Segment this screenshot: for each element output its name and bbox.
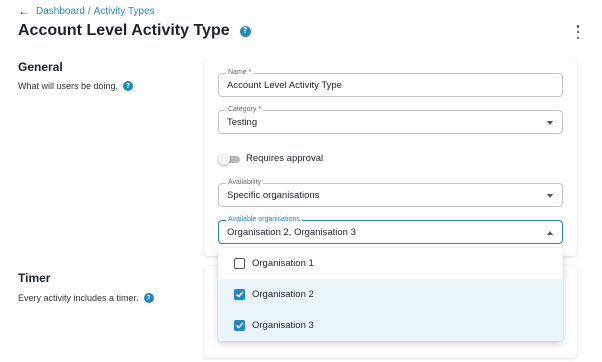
option-label: Organisation 2 <box>252 289 314 300</box>
caret-down-icon <box>547 121 553 125</box>
checkbox-unchecked-icon[interactable] <box>234 258 245 269</box>
kebab-menu-icon[interactable] <box>572 25 584 39</box>
breadcrumb-separator: / <box>87 5 91 17</box>
requires-approval-label: Requires approval <box>246 153 324 164</box>
page-header: Account Level Activity Type ? <box>18 20 584 42</box>
availability-select[interactable]: Availability Specific organisations <box>218 178 563 207</box>
timer-description-text: Every activity includes a timer. <box>18 293 139 303</box>
breadcrumb-activity-types-link[interactable]: Activity Types <box>94 6 155 17</box>
question-circle-icon[interactable]: ? <box>123 81 134 91</box>
organisations-dropdown: Organisation 1 Organisation 2 Organisati… <box>218 248 563 341</box>
timer-description: Every activity includes a timer. ? <box>18 293 154 303</box>
option-organisation-2[interactable]: Organisation 2 <box>218 279 563 310</box>
caret-down-icon <box>547 194 553 198</box>
availability-select-label: Availability <box>226 178 263 188</box>
check-icon <box>235 291 244 298</box>
question-circle-icon[interactable]: ? <box>143 293 154 303</box>
option-label: Organisation 3 <box>252 320 314 331</box>
question-circle-icon[interactable]: ? <box>239 25 251 37</box>
option-organisation-1[interactable]: Organisation 1 <box>218 248 563 279</box>
toggle-thumb <box>218 153 230 165</box>
general-description-text: What will users be doing. <box>18 81 119 91</box>
availability-select-value: Specific organisations <box>227 190 320 201</box>
checkbox-checked-icon[interactable] <box>234 289 245 300</box>
available-organisations-select[interactable]: Available organisations Organisation 2, … <box>218 215 563 244</box>
available-organisations-label: Available organisations <box>226 215 302 225</box>
category-select-label: Category * <box>226 105 264 115</box>
general-heading: General <box>18 60 63 74</box>
option-organisation-3[interactable]: Organisation 3 <box>218 310 563 341</box>
check-icon <box>235 322 244 329</box>
name-field-value: Account Level Activity Type <box>227 80 342 91</box>
arrow-left-icon[interactable]: ← <box>18 5 30 17</box>
breadcrumb: ← Dashboard / Activity Types <box>18 4 155 18</box>
timer-heading: Timer <box>18 271 51 285</box>
category-select-value: Testing <box>227 117 258 128</box>
available-organisations-value: Organisation 2, Organisation 3 <box>227 227 356 238</box>
breadcrumb-dashboard-link[interactable]: Dashboard <box>36 6 85 17</box>
general-description: What will users be doing. ? <box>18 81 134 91</box>
category-select[interactable]: Category * Testing <box>218 105 563 134</box>
requires-approval-toggle[interactable] <box>218 153 240 165</box>
name-field-label: Name * <box>226 68 254 78</box>
name-field[interactable]: Name * Account Level Activity Type <box>218 68 563 97</box>
checkbox-checked-icon[interactable] <box>234 320 245 331</box>
page-title: Account Level Activity Type <box>18 22 230 39</box>
caret-up-icon <box>547 231 553 235</box>
option-label: Organisation 1 <box>252 258 314 269</box>
